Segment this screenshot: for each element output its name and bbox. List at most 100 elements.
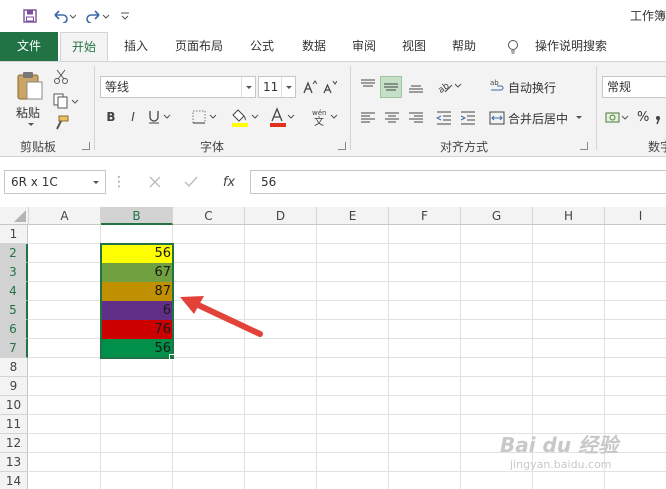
- cell-e4[interactable]: [317, 282, 389, 301]
- cell-f7[interactable]: [389, 339, 461, 358]
- cell-f2[interactable]: [389, 244, 461, 263]
- cell-c9[interactable]: [173, 377, 245, 396]
- font-name-combo[interactable]: 等线: [100, 76, 256, 98]
- underline-icon[interactable]: [146, 108, 174, 126]
- cell-e10[interactable]: [317, 396, 389, 415]
- cell-h5[interactable]: [533, 301, 605, 320]
- cell-i3[interactable]: [605, 263, 666, 282]
- tab-view[interactable]: 视图: [396, 32, 432, 61]
- cell-d11[interactable]: [245, 415, 317, 434]
- percent-button[interactable]: %: [637, 110, 649, 125]
- select-all-corner[interactable]: [0, 207, 29, 225]
- cell-h10[interactable]: [533, 396, 605, 415]
- cell-b9[interactable]: [101, 377, 173, 396]
- align-center-icon[interactable]: [382, 108, 402, 128]
- cell-g6[interactable]: [461, 320, 533, 339]
- cell-g4[interactable]: [461, 282, 533, 301]
- cell-b4-value[interactable]: 87: [101, 282, 173, 301]
- cell-a8[interactable]: [29, 358, 101, 377]
- row-header-5[interactable]: 5: [0, 301, 28, 320]
- cell-e6[interactable]: [317, 320, 389, 339]
- grow-font-icon[interactable]: [302, 78, 318, 96]
- align-top-icon[interactable]: [358, 76, 378, 96]
- cell-h6[interactable]: [533, 320, 605, 339]
- wrap-text-label[interactable]: 自动换行: [508, 79, 556, 96]
- cell-b14[interactable]: [101, 472, 173, 489]
- cell-f13[interactable]: [389, 453, 461, 472]
- cell-b7-value[interactable]: 56: [101, 339, 173, 358]
- font-name-dropdown[interactable]: [241, 77, 255, 97]
- row-header-7[interactable]: 7: [0, 339, 28, 358]
- format-painter-icon[interactable]: [52, 114, 70, 132]
- cell-d3[interactable]: [245, 263, 317, 282]
- decrease-indent-icon[interactable]: [434, 108, 454, 128]
- redo-icon[interactable]: [84, 6, 112, 26]
- cell-b8[interactable]: [101, 358, 173, 377]
- fill-color-icon[interactable]: [228, 106, 262, 128]
- column-header-g[interactable]: G: [461, 207, 533, 225]
- cell-b2-value[interactable]: 56: [101, 244, 173, 263]
- cell-b1[interactable]: [101, 225, 173, 244]
- cell-c14[interactable]: [173, 472, 245, 489]
- cell-e14[interactable]: [317, 472, 389, 489]
- cell-g10[interactable]: [461, 396, 533, 415]
- cell-g3[interactable]: [461, 263, 533, 282]
- align-bottom-icon[interactable]: [406, 76, 426, 96]
- cell-g1[interactable]: [461, 225, 533, 244]
- tab-review[interactable]: 审阅: [346, 32, 382, 61]
- cell-f9[interactable]: [389, 377, 461, 396]
- alignment-launcher[interactable]: [580, 142, 588, 150]
- cell-g2[interactable]: [461, 244, 533, 263]
- border-icon[interactable]: [190, 108, 220, 126]
- cell-b6-value[interactable]: 76: [101, 320, 173, 339]
- paste-dropdown-icon[interactable]: [26, 120, 36, 128]
- row-header-14[interactable]: 14: [0, 472, 28, 489]
- number-format-combo[interactable]: 常规: [602, 76, 666, 98]
- italic-icon[interactable]: I: [126, 108, 140, 126]
- cell-f4[interactable]: [389, 282, 461, 301]
- column-header-c[interactable]: C: [173, 207, 245, 225]
- name-box[interactable]: 6R x 1C: [4, 170, 106, 194]
- cell-e12[interactable]: [317, 434, 389, 453]
- cell-h8[interactable]: [533, 358, 605, 377]
- bold-icon[interactable]: B: [104, 108, 118, 126]
- orientation-icon[interactable]: ab: [436, 76, 464, 96]
- cell-a9[interactable]: [29, 377, 101, 396]
- cell-h2[interactable]: [533, 244, 605, 263]
- column-header-d[interactable]: D: [245, 207, 317, 225]
- cut-icon[interactable]: [52, 68, 70, 86]
- cell-d13[interactable]: [245, 453, 317, 472]
- cell-g7[interactable]: [461, 339, 533, 358]
- cell-f6[interactable]: [389, 320, 461, 339]
- cell-f11[interactable]: [389, 415, 461, 434]
- column-header-h[interactable]: H: [533, 207, 605, 225]
- increase-indent-icon[interactable]: [458, 108, 478, 128]
- tab-formulas[interactable]: 公式: [244, 32, 280, 61]
- cell-c12[interactable]: [173, 434, 245, 453]
- cell-d12[interactable]: [245, 434, 317, 453]
- column-header-e[interactable]: E: [317, 207, 389, 225]
- cell-i7[interactable]: [605, 339, 666, 358]
- cell-a12[interactable]: [29, 434, 101, 453]
- cell-a11[interactable]: [29, 415, 101, 434]
- cell-f10[interactable]: [389, 396, 461, 415]
- cell-b5-value[interactable]: 6: [101, 301, 173, 320]
- cell-e13[interactable]: [317, 453, 389, 472]
- row-header-3[interactable]: 3: [0, 263, 28, 282]
- merge-dropdown-icon[interactable]: [574, 112, 584, 122]
- copy-icon[interactable]: [52, 92, 80, 110]
- cell-a10[interactable]: [29, 396, 101, 415]
- cell-c2[interactable]: [173, 244, 245, 263]
- cell-i5[interactable]: [605, 301, 666, 320]
- clipboard-launcher[interactable]: [82, 142, 90, 150]
- row-header-1[interactable]: 1: [0, 225, 28, 244]
- row-header-9[interactable]: 9: [0, 377, 28, 396]
- formula-input[interactable]: 56: [250, 170, 666, 194]
- font-size-combo[interactable]: 11: [258, 76, 296, 98]
- cell-h9[interactable]: [533, 377, 605, 396]
- cell-h3[interactable]: [533, 263, 605, 282]
- cell-e5[interactable]: [317, 301, 389, 320]
- cell-f3[interactable]: [389, 263, 461, 282]
- cell-d2[interactable]: [245, 244, 317, 263]
- cell-a1[interactable]: [29, 225, 101, 244]
